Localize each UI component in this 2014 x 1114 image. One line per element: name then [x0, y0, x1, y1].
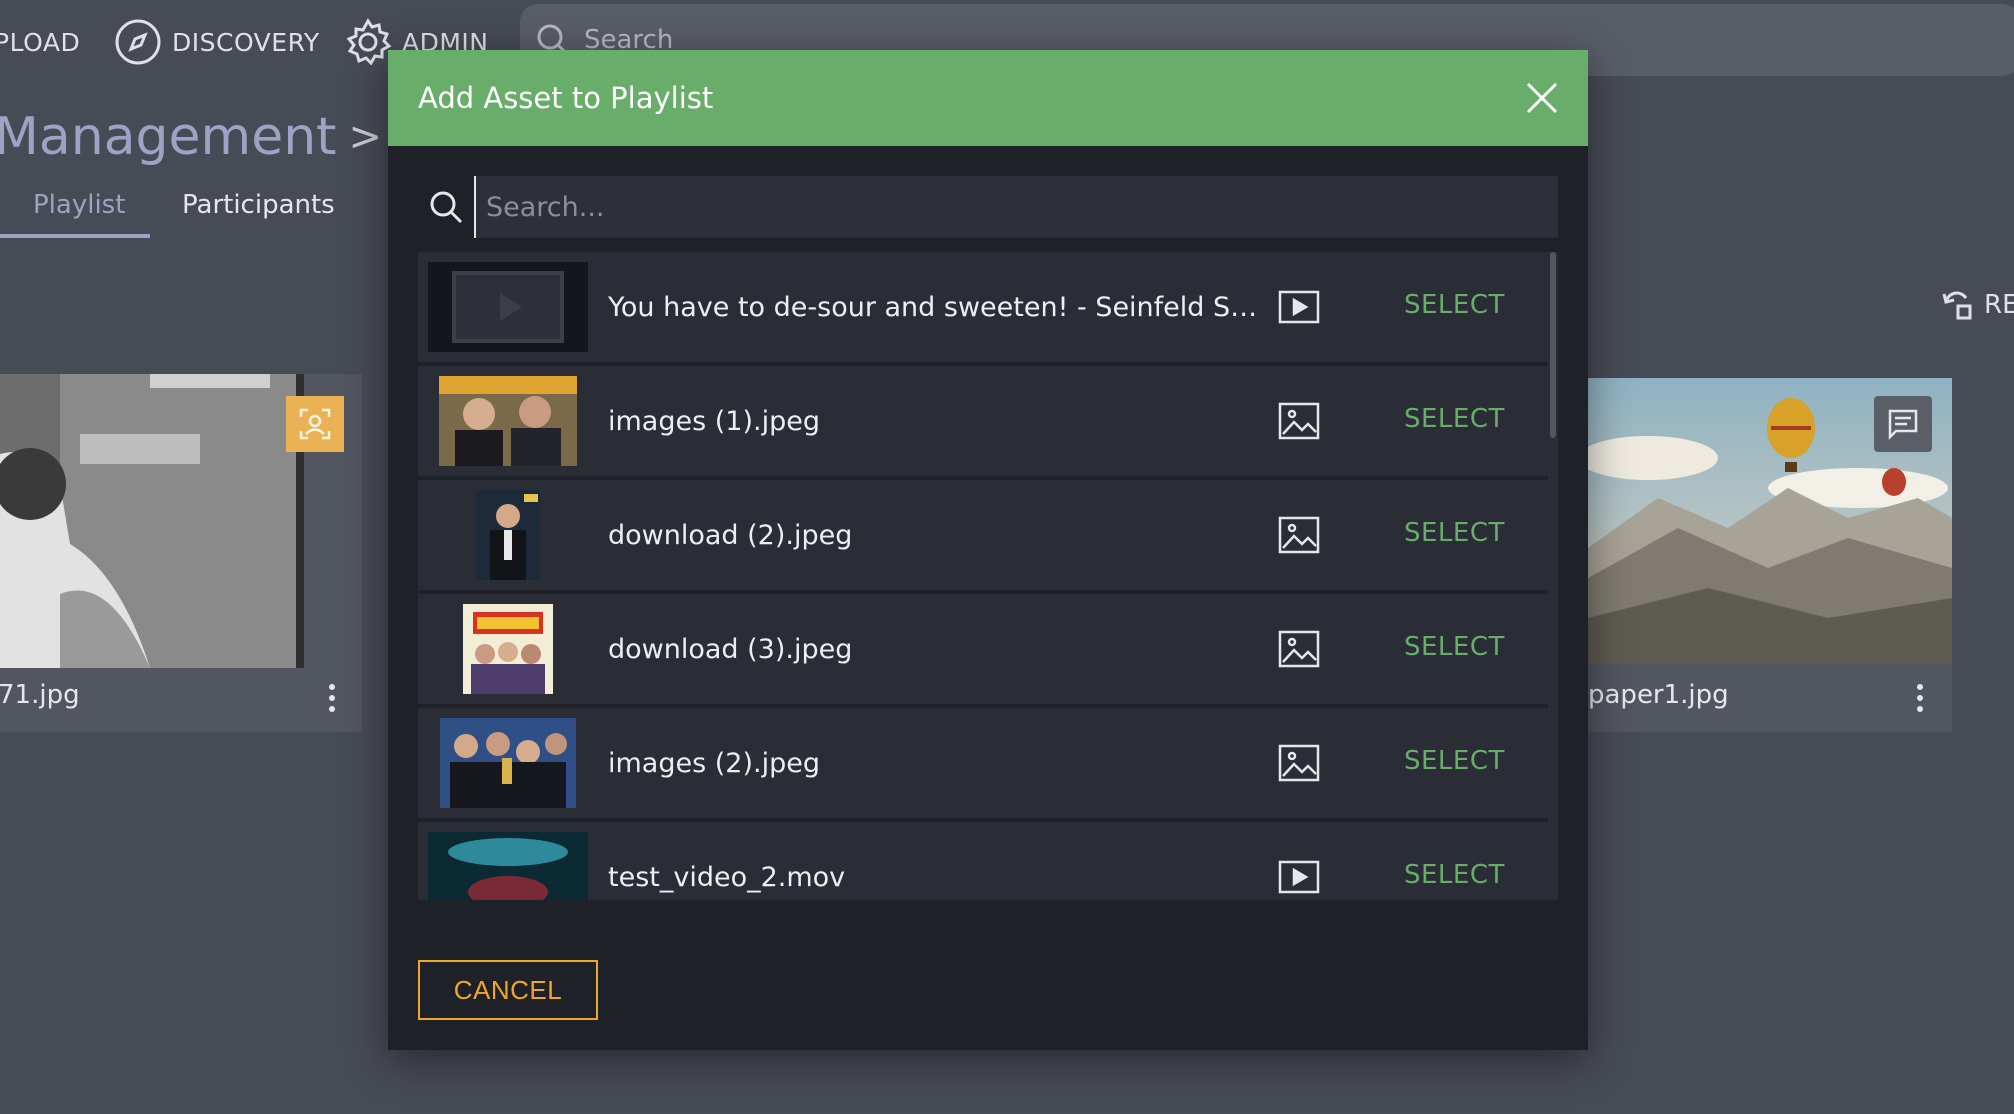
- card-more-menu-icon[interactable]: [322, 684, 342, 712]
- nav-discovery[interactable]: DISCOVERY: [114, 18, 320, 66]
- asset-list: You have to de-sour and sweeten! - Seinf…: [418, 252, 1558, 900]
- add-asset-dialog: Add Asset to Playlist You: [388, 50, 1588, 1050]
- asset-name: images (1).jpeg: [608, 405, 820, 437]
- image-icon: [1278, 514, 1320, 556]
- nav-discovery-label: DISCOVERY: [172, 27, 320, 57]
- asset-thumbnail: [428, 262, 588, 352]
- list-item[interactable]: You have to de-sour and sweeten! - Seinf…: [418, 252, 1558, 366]
- asset-search-input[interactable]: [474, 176, 1558, 238]
- nav-upload[interactable]: PLOAD: [0, 18, 80, 66]
- asset-thumbnail: [428, 718, 588, 808]
- card-caption: paper1.jpg: [1588, 680, 1729, 710]
- asset-search: [418, 176, 1558, 238]
- face-scan-icon: [299, 408, 331, 440]
- select-button[interactable]: SELECT: [1404, 632, 1505, 662]
- asset-thumbnail: [428, 376, 588, 466]
- comment-icon: [1888, 409, 1918, 441]
- comment-badge[interactable]: [1874, 396, 1932, 452]
- list-item[interactable]: download (3).jpeg SELECT: [418, 594, 1558, 708]
- dialog-title: Add Asset to Playlist: [418, 81, 714, 115]
- nav-upload-label: PLOAD: [0, 27, 81, 57]
- dialog-header: Add Asset to Playlist: [388, 50, 1588, 146]
- video-icon: [1278, 856, 1320, 898]
- compass-icon: [115, 19, 161, 65]
- asset-thumbnail: [428, 604, 588, 694]
- asset-name: download (2).jpeg: [608, 519, 853, 551]
- image-icon: [1278, 742, 1320, 784]
- card-more-menu-icon[interactable]: [1910, 684, 1930, 712]
- breadcrumb-separator: >: [348, 114, 383, 160]
- refresh-label: RE: [1984, 290, 2014, 320]
- close-button[interactable]: [1524, 80, 1560, 116]
- list-item[interactable]: images (2).jpeg SELECT: [418, 708, 1558, 822]
- list-item[interactable]: images (1).jpeg SELECT: [418, 366, 1558, 480]
- card-thumbnail: [0, 374, 304, 668]
- asset-name: You have to de-sour and sweeten! - Seinf…: [608, 291, 1258, 323]
- breadcrumb-parent[interactable]: Management: [0, 107, 337, 167]
- close-icon: [1526, 82, 1558, 114]
- tab-playlist[interactable]: Playlist: [33, 190, 125, 220]
- asset-card[interactable]: paper1.jpg: [1588, 378, 1952, 732]
- select-button[interactable]: SELECT: [1404, 518, 1505, 548]
- asset-list-scrollbar-thumb[interactable]: [1550, 252, 1556, 438]
- select-button[interactable]: SELECT: [1404, 290, 1505, 320]
- tab-participants[interactable]: Participants: [182, 190, 335, 220]
- search-icon: [418, 176, 474, 238]
- video-icon: [1278, 286, 1320, 328]
- select-button[interactable]: SELECT: [1404, 746, 1505, 776]
- tab-playlist-indicator: [0, 234, 150, 238]
- image-icon: [1278, 400, 1320, 442]
- refresh-icon: [1942, 291, 1972, 320]
- select-button[interactable]: SELECT: [1404, 404, 1505, 434]
- asset-name: images (2).jpeg: [608, 747, 820, 779]
- gear-icon: [346, 18, 392, 66]
- list-item[interactable]: test_video_2.mov SELECT: [418, 822, 1558, 900]
- asset-thumbnail: [428, 832, 588, 900]
- cancel-button[interactable]: CANCEL: [418, 960, 598, 1020]
- asset-name: download (3).jpeg: [608, 633, 853, 665]
- image-icon: [1278, 628, 1320, 670]
- select-button[interactable]: SELECT: [1404, 860, 1505, 890]
- asset-name: test_video_2.mov: [608, 861, 846, 893]
- card-caption: 71.jpg: [0, 680, 80, 710]
- face-detection-badge[interactable]: [286, 396, 344, 452]
- asset-card[interactable]: 71.jpg: [0, 374, 362, 732]
- asset-thumbnail: [428, 490, 588, 580]
- list-item[interactable]: download (2).jpeg SELECT: [418, 480, 1558, 594]
- refresh-button[interactable]: RE: [1940, 288, 2014, 322]
